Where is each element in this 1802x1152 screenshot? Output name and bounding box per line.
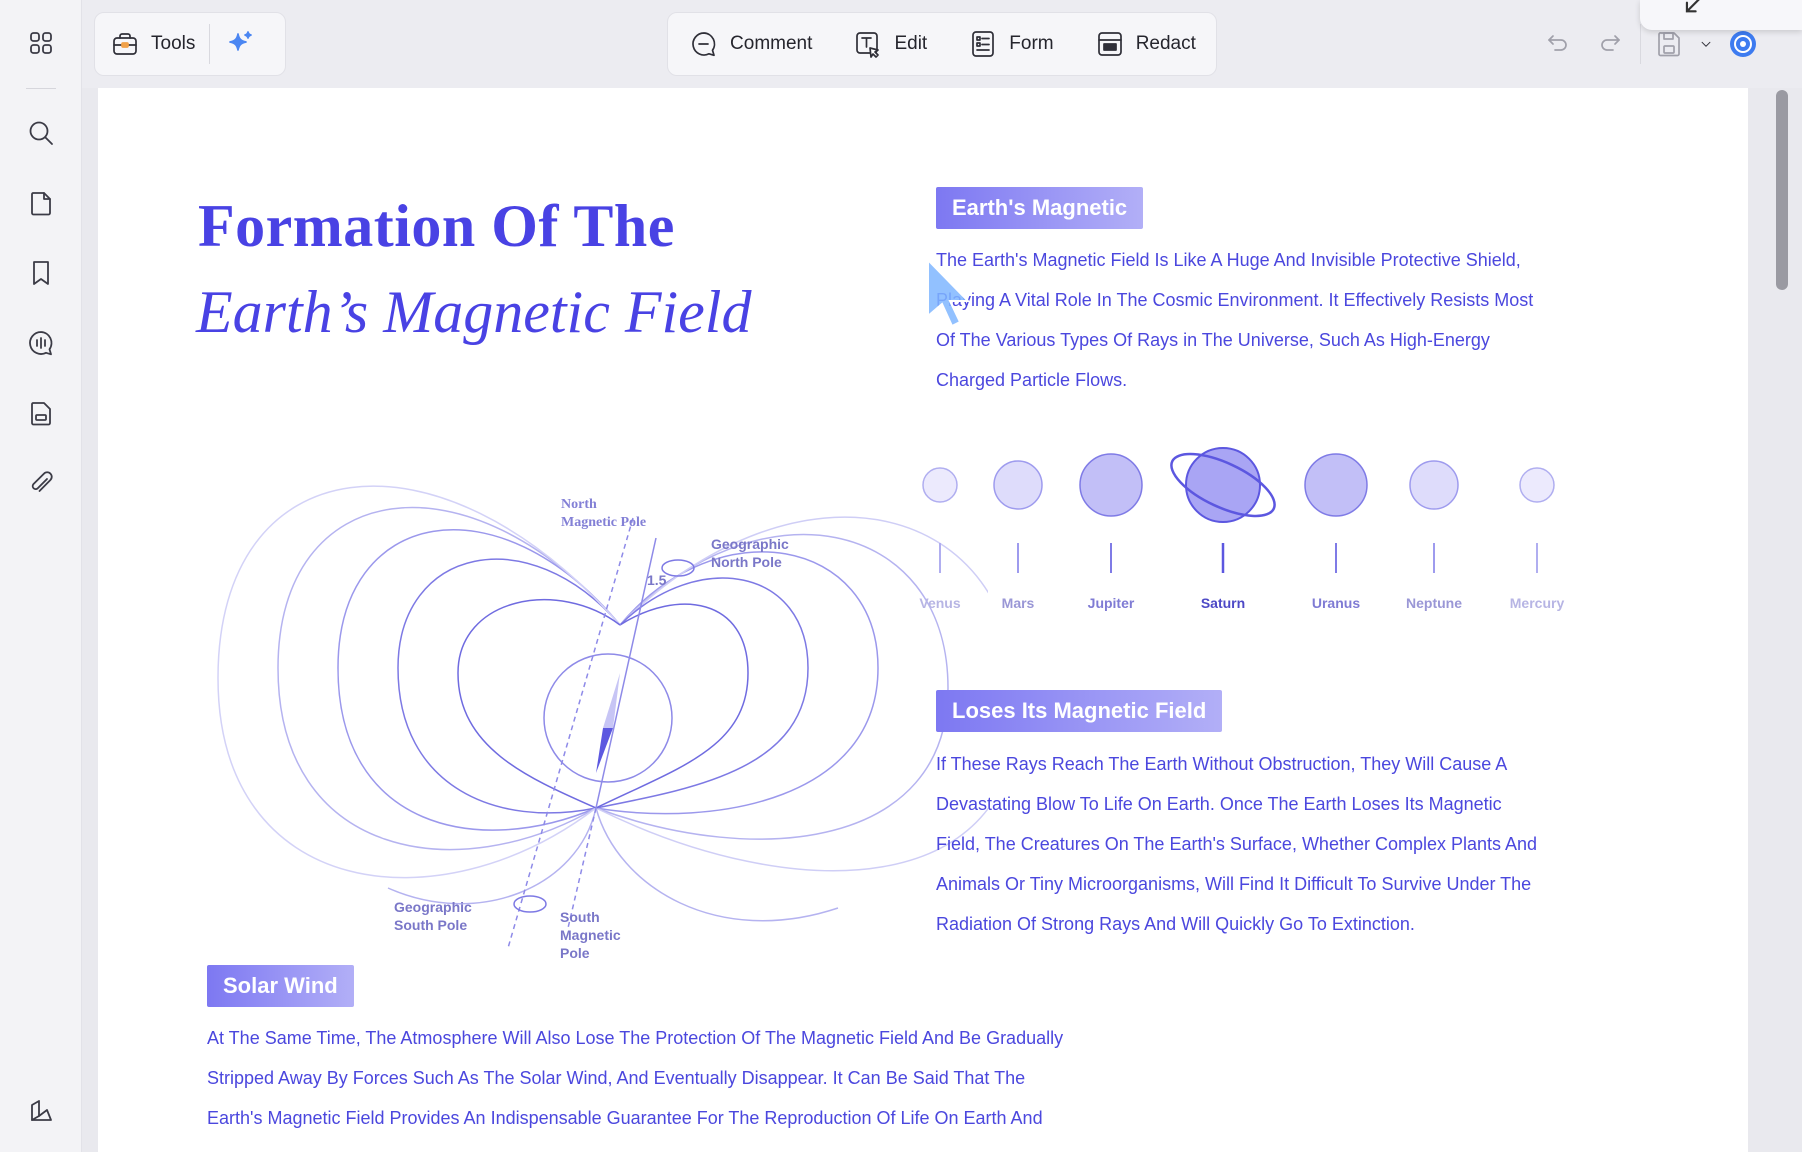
redact-tab[interactable]: Redact — [1080, 13, 1210, 75]
planet-mercury: Mercury — [1510, 467, 1565, 611]
form-icon — [972, 31, 995, 57]
ai-sparkle-button[interactable] — [210, 13, 270, 75]
tools-label: Tools — [151, 33, 196, 54]
text-line: Of The Various Types Of Rays in The Univ… — [936, 330, 1490, 350]
planet-label: Mercury — [1510, 595, 1565, 611]
edit-label: Edit — [894, 33, 928, 54]
planet-mars: Mars — [993, 460, 1043, 611]
attachment-icon[interactable] — [20, 462, 62, 504]
magnetic-field-diagram: North Magnetic Pole Geographic North Pol… — [217, 485, 988, 961]
section2-paragraph: If These Rays Reach The Earth Without Ob… — [936, 744, 1656, 944]
redact-icon — [1097, 32, 1122, 56]
layers-icon[interactable] — [20, 1090, 62, 1132]
title-line-1: Formation Of The — [198, 193, 675, 259]
title-line-2: Earth’s Magnetic Field — [196, 279, 752, 345]
south-label-2: Magnetic — [560, 927, 621, 943]
section-tag-earths-magnetic: Earth's Magnetic — [936, 187, 1144, 229]
section-tag-loses-magnetic-field: Loses Its Magnetic Field — [936, 690, 1223, 732]
mouse-cursor-icon — [927, 257, 971, 328]
mode-tabs: Comment Edit Form Redact — [667, 12, 1217, 76]
text-line: At The Same Time, The Atmosphere Will Al… — [207, 1028, 1064, 1048]
rail-divider — [26, 88, 56, 89]
grid-icon[interactable] — [20, 22, 62, 64]
save-icon — [1658, 32, 1680, 57]
undo-button[interactable] — [1528, 12, 1584, 76]
planet-venus: Venus — [919, 467, 961, 611]
planet-label: Mars — [1002, 595, 1035, 611]
comment-icon — [692, 32, 716, 57]
north-label-1: North — [561, 497, 597, 512]
planet-saturn: Saturn — [1170, 447, 1276, 611]
tools-group: Tools — [94, 12, 286, 76]
vertical-scrollbar[interactable] — [1772, 88, 1792, 1152]
planet-label: Neptune — [1406, 595, 1462, 611]
sparkle-icon — [229, 31, 253, 51]
text-line: Animals Or Tiny Microorganisms, Will Fin… — [936, 874, 1532, 894]
shrink-arrow-icon — [1685, 0, 1700, 13]
redact-label: Redact — [1135, 33, 1196, 54]
page-icon[interactable] — [20, 182, 62, 224]
comment-tab[interactable]: Comment — [674, 13, 826, 75]
text-line: Radiation Of Strong Rays And Will Quickl… — [936, 914, 1415, 934]
planets-row: Venus Mars Jupiter Saturn Uranus Neptune — [919, 447, 1565, 611]
planet-label: Venus — [919, 595, 960, 611]
text-line: Earth's Magnetic Field Provides An Indis… — [207, 1108, 1043, 1128]
text-line: If These Rays Reach The Earth Without Ob… — [936, 754, 1508, 774]
text-line: Playing A Vital Role In The Cosmic Envir… — [936, 290, 1534, 310]
page-thumbnails-icon[interactable] — [20, 392, 62, 434]
planet-neptune: Neptune — [1406, 460, 1462, 611]
geo-south-label-1: Geographic — [394, 899, 472, 915]
left-icon-rail — [0, 0, 82, 1152]
tools-button[interactable]: Tools — [95, 13, 209, 75]
planet-jupiter: Jupiter — [1079, 453, 1143, 611]
comment-bubble-icon[interactable] — [20, 322, 62, 364]
redo-button[interactable] — [1584, 12, 1640, 76]
top-toolbar: Tools Comment Edit Form Redact — [82, 0, 1802, 88]
text-line: Field, The Creatures On The Earth's Surf… — [936, 834, 1538, 854]
south-label-1: South — [560, 909, 600, 925]
chevron-down-icon — [1701, 41, 1711, 47]
planet-uranus: Uranus — [1304, 453, 1368, 611]
text-line: Devastating Blow To Life On Earth. Once … — [936, 794, 1502, 814]
north-label-2: Magnetic Pole — [561, 515, 646, 530]
section1-paragraph: The Earth's Magnetic Field Is Like A Hug… — [936, 240, 1656, 400]
geo-north-label-1: Geographic — [711, 536, 789, 552]
planet-label: Jupiter — [1088, 595, 1135, 611]
toolbox-icon — [113, 33, 137, 55]
bookmark-icon[interactable] — [20, 252, 62, 294]
planet-label: Saturn — [1201, 595, 1245, 611]
scroll-thumb[interactable] — [1776, 90, 1788, 290]
search-icon[interactable] — [20, 112, 62, 154]
angle-label: 1.5 — [647, 572, 667, 588]
form-label: Form — [1009, 33, 1054, 54]
comment-label: Comment — [730, 33, 813, 54]
south-label-3: Pole — [560, 945, 590, 961]
form-tab[interactable]: Form — [953, 13, 1067, 75]
geo-south-label-2: South Pole — [394, 917, 467, 933]
section-tag-solar-wind: Solar Wind — [207, 965, 354, 1007]
text-line: Charged Particle Flows. — [936, 370, 1128, 390]
text-line: The Earth's Magnetic Field Is Like A Hug… — [936, 250, 1521, 270]
section3-paragraph: At The Same Time, The Atmosphere Will Al… — [207, 1018, 1207, 1138]
geo-north-label-2: North Pole — [711, 554, 782, 570]
text-line: Stripped Away By Forces Such As The Sola… — [207, 1068, 1026, 1088]
floating-panel-corner[interactable] — [1640, 0, 1802, 30]
undo-icon — [1548, 35, 1567, 51]
pdf-page: Formation Of The Earth’s Magnetic Field — [98, 88, 1748, 1152]
edit-text-icon — [856, 32, 880, 58]
edit-tab[interactable]: Edit — [838, 13, 941, 75]
planet-label: Uranus — [1312, 595, 1360, 611]
redo-icon — [1601, 35, 1620, 51]
assistant-logo-icon — [1730, 31, 1756, 57]
